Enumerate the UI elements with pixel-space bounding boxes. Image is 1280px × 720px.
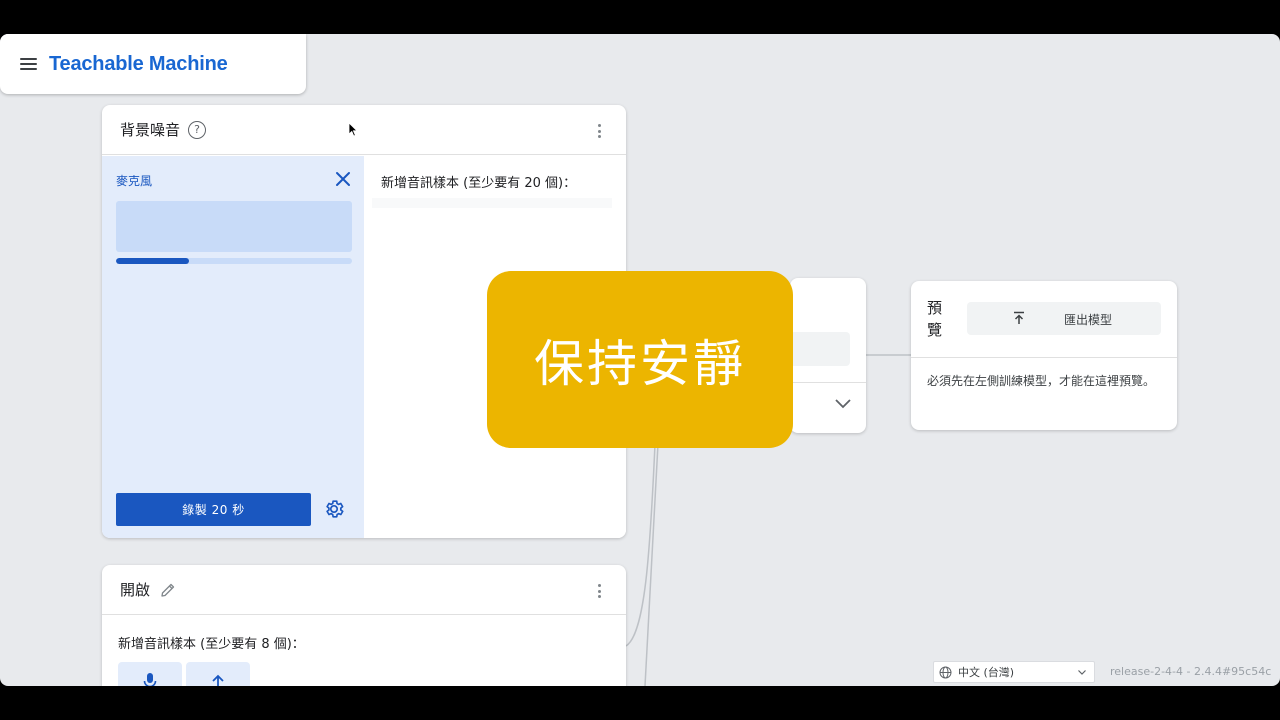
more-options-icon[interactable] xyxy=(598,124,602,138)
class-title[interactable]: 開啟 xyxy=(120,579,150,600)
language-value: 中文 (台灣) xyxy=(958,666,1015,679)
record-button[interactable]: 錄製 20 秒 xyxy=(116,493,311,526)
samples-area xyxy=(372,198,612,208)
divider xyxy=(790,382,866,383)
gear-icon[interactable] xyxy=(323,498,345,520)
keep-quiet-overlay: 保持安靜 xyxy=(487,271,793,448)
export-model-button[interactable]: 匯出模型 xyxy=(967,302,1161,335)
version-label: release-2-4-4 - 2.4.4#95c54c xyxy=(1110,665,1272,678)
class-title: 背景噪音 xyxy=(120,121,181,139)
upload-icon xyxy=(212,674,224,686)
language-select[interactable]: 中文 (台灣) xyxy=(933,661,1095,683)
close-icon[interactable] xyxy=(334,170,352,188)
app-header: Teachable Machine xyxy=(0,34,306,94)
divider xyxy=(911,357,1177,358)
microphone-icon xyxy=(143,673,157,686)
microphone-label: 麥克風 xyxy=(116,174,153,188)
preview-message: 必須先在左側訓練模型，才能在這裡預覽。 xyxy=(927,374,1156,388)
app-canvas: Teachable Machine 背景噪音 ? 麥克風 錄製 20 秒 新增音… xyxy=(0,34,1280,686)
card-header: 開啟 xyxy=(102,565,626,615)
recording-progress-fill xyxy=(116,258,190,264)
microphone-button[interactable] xyxy=(118,662,182,686)
hamburger-menu-icon[interactable] xyxy=(20,58,37,70)
train-model-button[interactable] xyxy=(790,332,850,366)
more-options-icon[interactable] xyxy=(598,584,602,598)
samples-label: 新增音訊樣本 (至少要有 20 個)： xyxy=(381,176,577,191)
chevron-down-icon[interactable] xyxy=(834,398,852,410)
audio-waveform-area xyxy=(116,201,352,252)
export-model-label: 匯出模型 xyxy=(1064,313,1113,327)
upload-button[interactable] xyxy=(186,662,250,686)
preview-title: 預覽 xyxy=(927,299,943,339)
app-title[interactable]: Teachable Machine xyxy=(49,53,228,76)
recording-progress xyxy=(116,258,352,264)
card-header: 背景噪音 ? xyxy=(102,105,626,155)
chevron-down-icon xyxy=(1078,670,1086,675)
mouse-cursor-icon xyxy=(348,122,358,137)
overlay-text: 保持安靜 xyxy=(534,334,746,393)
training-card xyxy=(790,278,866,433)
help-icon[interactable]: ? xyxy=(188,120,207,139)
class-card-open: 開啟 新增音訊樣本 (至少要有 8 個)： xyxy=(102,565,626,686)
preview-card: 預覽 匯出模型 必須先在左側訓練模型，才能在這裡預覽。 xyxy=(911,281,1177,430)
export-upload-icon xyxy=(1014,311,1024,324)
pencil-icon[interactable] xyxy=(160,582,176,598)
globe-icon xyxy=(939,666,952,679)
samples-label: 新增音訊樣本 (至少要有 8 個)： xyxy=(118,637,305,652)
microphone-panel: 麥克風 錄製 20 秒 xyxy=(102,156,364,538)
